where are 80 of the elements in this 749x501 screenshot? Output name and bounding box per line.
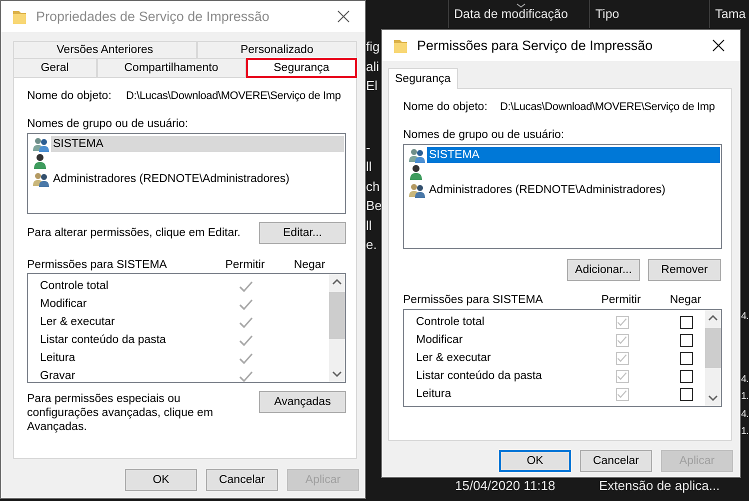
window-title: Permissões para Serviço de Impressão [417,38,654,53]
file-date: 15/04/2020 11:18 [455,478,556,492]
tab[interactable]: Segurança [388,68,458,89]
scrollbar[interactable] [705,310,721,406]
file-name: ll [366,216,373,234]
object-path: D:\Lucas\Download\MOVERE\Serviço de Imp [500,101,715,113]
dialog-button[interactable]: Cancelar [580,450,652,472]
permission-name: Leitura [416,388,452,400]
deny-checkbox[interactable] [680,316,693,328]
scrollbar-thumb[interactable] [705,328,721,368]
group-icon [32,136,50,152]
file-size: 1. [741,390,749,404]
scrollbar-thumb[interactable] [329,292,345,340]
remove-button[interactable]: Remover [648,259,721,281]
column-header: Negar [294,259,326,271]
field-label: Nomes de grupo ou de usuário: [403,129,566,141]
field-label: Nome do objeto: [403,101,488,113]
file-name: e. [366,236,378,254]
advanced-button[interactable]: Avançadas [259,391,346,413]
file-name: Be [366,197,381,215]
scrollbar[interactable] [329,274,345,382]
close-icon [712,39,724,52]
tab[interactable]: Geral [13,58,97,77]
file-name: ali [366,58,380,76]
add-button[interactable]: Adicionar... [567,259,640,281]
deny-checkbox[interactable] [680,370,693,382]
permission-name: Controle total [416,316,484,328]
column-header: Negar [670,294,702,306]
dialog-button[interactable]: OK [125,469,197,491]
column-header[interactable]: Data de modificação [448,0,590,28]
hint-text: Para permissões especiais ou configurações avançadas, clique em Avançadas. [27,392,214,434]
permission-name: Controle total [40,280,108,292]
field-label: Nomes de grupo ou de usuário: [27,118,190,130]
dialog-button[interactable]: OK [499,450,571,472]
group-icon [32,170,50,187]
tab[interactable]: Segurança [246,58,357,78]
file-name: - [366,138,372,156]
file-type: Extensão de aplica... [599,478,720,492]
folder-icon [392,38,408,54]
deny-checkbox[interactable] [680,334,693,346]
tab[interactable]: Personalizado [196,41,358,58]
edit-button[interactable]: Editar... [259,222,346,244]
file-size: 4. [741,310,749,324]
permission-name: Listar conteúdo da pasta [416,370,542,382]
file-size: 1. [741,425,749,439]
tab[interactable]: Compartilhamento [96,58,246,77]
group-icon [408,146,426,163]
user-list-item[interactable]: Administradores (REDNOTE\Administradores) [408,181,720,198]
tab[interactable]: Versões Anteriores [13,41,197,58]
folder-icon [11,8,27,24]
permission-name: Listar conteúdo da pasta [40,334,166,346]
column-header[interactable]: Tipo [589,0,710,28]
file-name: ch [366,178,381,196]
deny-checkbox[interactable] [680,352,693,364]
window-title: Propriedades de Serviço de Impressão [36,9,270,24]
column-header[interactable]: Tama [709,0,749,28]
permissions-label: Permissões para SISTEMA [403,294,543,306]
close-icon [336,10,350,23]
sort-caret-icon [516,3,526,8]
permission-name: Ler & executar [40,316,115,328]
object-path: D:\Lucas\Download\MOVERE\Serviço de Imp [126,90,341,102]
column-header: Permitir [225,259,265,271]
user-list-item[interactable]: Administradores (REDNOTE\Administradores) [32,170,344,188]
permission-name: Ler & executar [416,352,491,364]
field-label: Nome do objeto: [27,90,112,102]
file-size: 4. [741,408,749,422]
permission-name: Leitura [40,352,76,364]
column-header: Permitir [601,294,641,306]
permission-name: Gravar [40,370,76,382]
group-icon [408,182,426,198]
file-name: El [366,77,379,95]
hint-text: Para alterar permissões, clique em Editar. [27,227,240,239]
file-name: fig [366,38,381,56]
permissions-label: Permissões para SISTEMA [27,259,167,271]
dialog-button[interactable]: Cancelar [206,469,278,491]
permission-name: Modificar [40,298,87,310]
deny-checkbox[interactable] [680,388,693,400]
file-size: 4. [741,372,749,386]
file-name: ll [366,158,373,176]
permission-name: Modificar [416,334,463,346]
